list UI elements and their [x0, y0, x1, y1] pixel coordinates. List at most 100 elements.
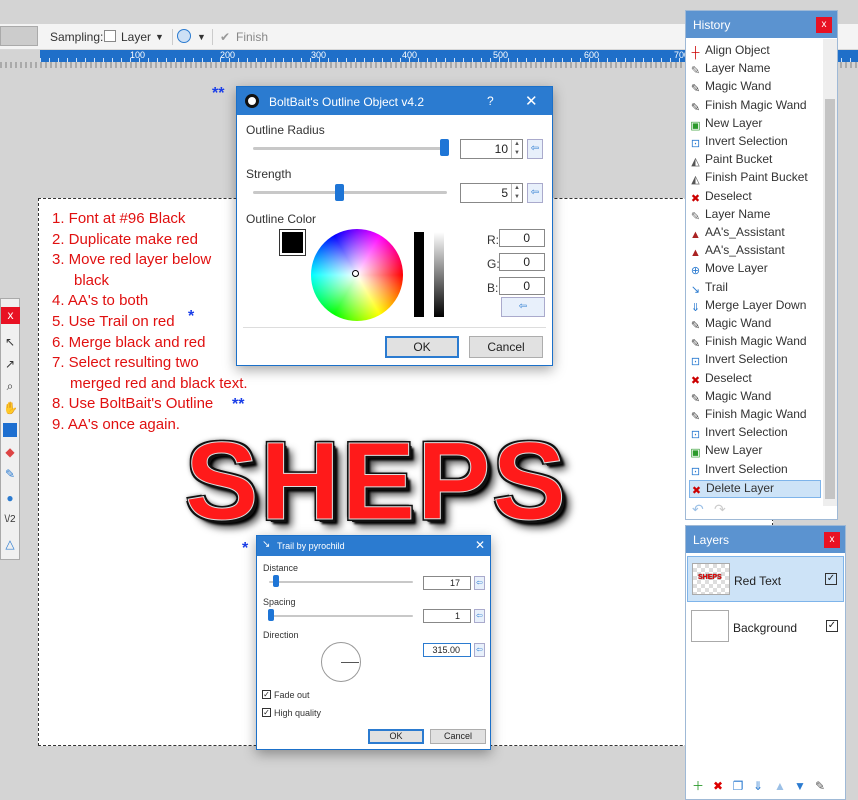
history-item[interactable]: ✎ Layer Name	[689, 61, 821, 79]
layer-visibility-checkbox[interactable]: ✓	[826, 620, 838, 632]
reset-button[interactable]: ⇦	[527, 139, 543, 159]
move-layer-up-icon[interactable]: ▲	[773, 779, 787, 793]
eraser-icon[interactable]: ◆	[3, 445, 17, 459]
g-input[interactable]: 0	[499, 253, 545, 271]
reset-button[interactable]: ⇦	[474, 643, 485, 657]
history-item[interactable]: ✎ Magic Wand	[689, 389, 821, 407]
reset-button[interactable]: ⇦	[474, 609, 485, 623]
close-icon[interactable]: ✕	[525, 92, 538, 110]
history-item[interactable]: ✎ Magic Wand	[689, 79, 821, 97]
history-item[interactable]: ▲ AA's_Assistant	[689, 243, 821, 261]
layer-row-background[interactable]: Background ✓	[687, 604, 844, 650]
strength-thumb[interactable]	[335, 184, 344, 201]
history-item[interactable]: ✎ Layer Name	[689, 207, 821, 225]
layer-sampling-checkbox[interactable]	[104, 30, 116, 42]
close-icon[interactable]: x	[824, 532, 840, 548]
history-item[interactable]: ▣ New Layer	[689, 443, 821, 461]
scroll-thumb[interactable]	[825, 99, 835, 499]
ok-button[interactable]: OK	[368, 729, 424, 744]
chevron-down-icon[interactable]: ▼	[197, 32, 206, 42]
pan-icon[interactable]: ✋	[3, 401, 18, 415]
close-icon[interactable]: ✕	[475, 538, 485, 552]
line-icon[interactable]: \/2	[3, 513, 17, 527]
undo-icon[interactable]: ↶	[692, 501, 704, 518]
redo-icon[interactable]: ↷	[714, 501, 726, 518]
reset-button[interactable]: ⇦	[474, 576, 485, 590]
outline-radius-thumb[interactable]	[440, 139, 449, 156]
zoom-icon[interactable]: ⌕	[3, 379, 17, 393]
delete-layer-icon[interactable]: ✖	[711, 779, 725, 793]
direction-input[interactable]: 315.00	[423, 643, 471, 657]
paint-bucket-icon[interactable]	[3, 423, 17, 437]
layer-row-red-text[interactable]: SHEPS Red Text ✓	[687, 556, 844, 602]
history-item[interactable]: ◭ Paint Bucket	[689, 152, 821, 170]
history-item[interactable]: ⊡ Invert Selection	[689, 352, 821, 370]
close-icon[interactable]: x	[1, 307, 20, 324]
history-item[interactable]: ⊡ Invert Selection	[689, 462, 821, 480]
chevron-down-icon[interactable]: ▼	[155, 32, 164, 42]
history-item[interactable]: ⊕ Move Layer	[689, 261, 821, 279]
toolbar-left-control[interactable]	[0, 26, 38, 46]
spinner-icon[interactable]: ▲ ▼	[511, 184, 522, 202]
history-item[interactable]: ✖ Deselect	[689, 371, 821, 389]
history-item[interactable]: ✎ Finish Magic Wand	[689, 407, 821, 425]
high-quality-checkbox[interactable]: ✓	[262, 708, 271, 717]
layer-visibility-checkbox[interactable]: ✓	[825, 573, 837, 585]
history-item[interactable]: ✎ Magic Wand	[689, 316, 821, 334]
distance-slider[interactable]	[269, 581, 413, 583]
layer-sampling-label[interactable]: Layer	[121, 30, 151, 44]
history-item[interactable]: ✎ Finish Magic Wand	[689, 334, 821, 352]
spacing-input[interactable]: 1	[423, 609, 471, 623]
direction-dial[interactable]	[321, 642, 361, 682]
color-wheel-cursor[interactable]	[352, 270, 359, 277]
history-item[interactable]: ✖ Deselect	[689, 189, 821, 207]
strength-slider[interactable]	[253, 191, 447, 194]
antialias-icon[interactable]	[177, 29, 191, 43]
outline-radius-slider[interactable]	[253, 147, 447, 150]
history-item[interactable]: ⇓ Merge Layer Down	[689, 298, 821, 316]
shapes-icon[interactable]: △	[3, 537, 17, 551]
outline-radius-input[interactable]: 10 ▲ ▼	[460, 139, 523, 159]
history-item[interactable]: ⊡ Invert Selection	[689, 134, 821, 152]
fade-out-checkbox[interactable]: ✓	[262, 690, 271, 699]
strength-input[interactable]: 5 ▲ ▼	[460, 183, 523, 203]
history-item[interactable]: ▣ New Layer	[689, 116, 821, 134]
history-item[interactable]: ✖ Delete Layer	[689, 479, 821, 498]
history-item[interactable]: ✎ Finish Magic Wand	[689, 98, 821, 116]
reset-color-button[interactable]: ⇦	[501, 297, 545, 317]
duplicate-layer-icon[interactable]: ❐	[731, 779, 745, 793]
color-wheel[interactable]	[311, 229, 403, 321]
b-input[interactable]: 0	[499, 277, 545, 295]
move-selected-icon[interactable]: ↖	[3, 335, 17, 349]
finish-button[interactable]: Finish	[236, 30, 268, 44]
clone-stamp-icon[interactable]: ●	[3, 491, 17, 505]
history-scrollbar[interactable]	[823, 39, 837, 506]
spacing-value: 1	[454, 611, 460, 621]
cancel-button[interactable]: Cancel	[469, 336, 543, 358]
history-item[interactable]: ↘ Trail	[689, 280, 821, 298]
history-item[interactable]: ▲ AA's_Assistant	[689, 225, 821, 243]
history-item[interactable]: ◭ Finish Paint Bucket	[689, 170, 821, 188]
ok-button[interactable]: OK	[385, 336, 459, 358]
pencil-icon[interactable]: ✎	[3, 467, 17, 481]
value-bar[interactable]	[414, 232, 424, 317]
distance-thumb[interactable]	[273, 575, 279, 587]
add-layer-icon[interactable]: ＋	[691, 779, 705, 793]
distance-input[interactable]: 17	[423, 576, 471, 590]
cancel-button[interactable]: Cancel	[430, 729, 486, 744]
r-input[interactable]: 0	[499, 229, 545, 247]
move-layer-down-icon[interactable]: ▼	[793, 779, 807, 793]
spacing-slider[interactable]	[269, 615, 413, 617]
reset-button[interactable]: ⇦	[527, 183, 543, 203]
move-selection-icon[interactable]: ↗	[3, 357, 17, 371]
history-item[interactable]: ┼ Align Object	[689, 43, 821, 61]
color-swatch[interactable]	[279, 229, 306, 256]
spinner-icon[interactable]: ▲ ▼	[511, 140, 522, 158]
alpha-bar[interactable]	[434, 232, 444, 317]
spacing-thumb[interactable]	[268, 609, 274, 621]
close-icon[interactable]: x	[816, 17, 832, 33]
layer-properties-icon[interactable]: ✎	[813, 779, 827, 793]
help-button[interactable]: ?	[487, 94, 494, 108]
merge-layer-down-icon[interactable]: ⇓	[751, 779, 765, 793]
history-item[interactable]: ⊡ Invert Selection	[689, 425, 821, 443]
